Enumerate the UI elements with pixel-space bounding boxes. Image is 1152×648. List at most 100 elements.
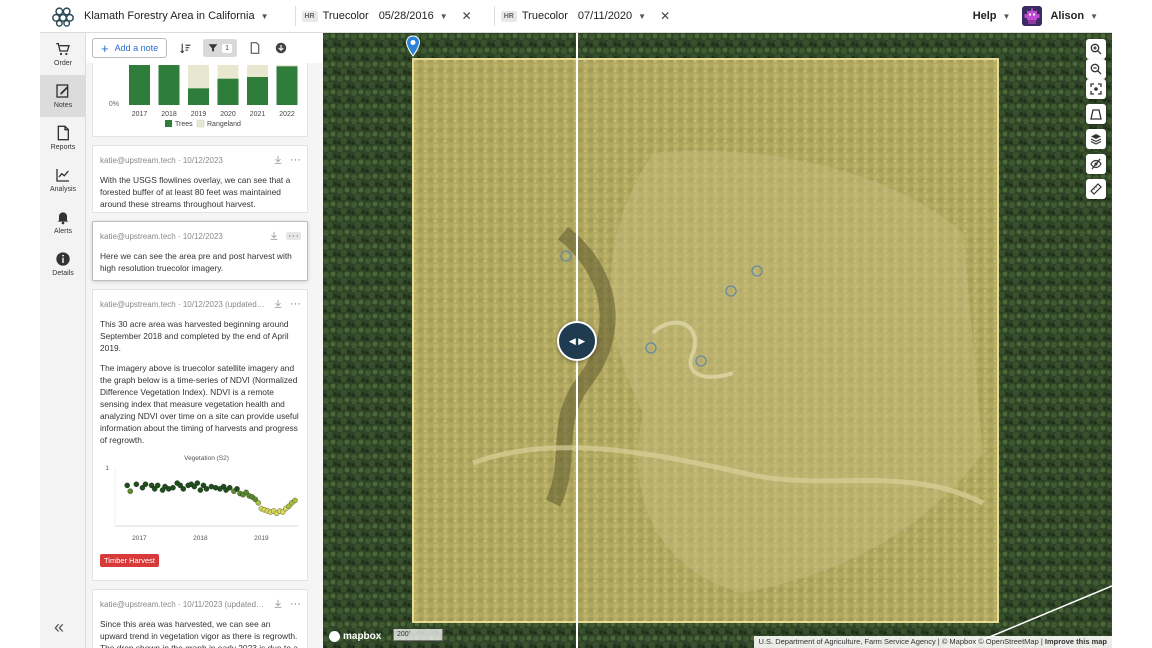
nav-label: Order xyxy=(54,60,72,67)
note-author: katie@upstream.tech xyxy=(100,231,176,241)
close-layer-right-button[interactable]: ✕ xyxy=(660,9,670,23)
nav-item-order[interactable]: Order xyxy=(40,33,86,75)
add-note-button[interactable]: + Add a note xyxy=(92,38,168,58)
note-card-chart: 0% 2017 2018 2019 2020 2021 2022 Trees Rangeland xyxy=(92,63,308,137)
nav-label: Analysis xyxy=(49,186,77,193)
pin-icon[interactable] xyxy=(268,230,280,242)
filter-count: 1 xyxy=(222,43,233,53)
pin-icon[interactable] xyxy=(272,298,284,310)
chevron-down-icon: ▼ xyxy=(638,11,647,21)
data-point xyxy=(127,488,134,494)
x-tick-label: 2019 xyxy=(254,535,269,542)
filter-button[interactable]: 1 xyxy=(203,39,238,57)
draw-polygon-icon xyxy=(1090,109,1102,120)
map-pin-icon[interactable] xyxy=(405,35,421,57)
bar-rangeland xyxy=(276,65,298,67)
layer-select-right[interactable]: HR Truecolor 07/11/2020 ▼ xyxy=(500,10,647,22)
top-bar: Klamath Forestry Area in California ▼ HR… xyxy=(40,0,1112,33)
y-tick-label: 1 xyxy=(105,465,109,472)
data-point xyxy=(292,497,298,504)
project-name: Klamath Forestry Area in California xyxy=(84,10,255,22)
swipe-handle-button[interactable]: ◀ ▶ xyxy=(557,321,597,361)
fit-bounds-icon xyxy=(1090,83,1102,95)
notes-icon xyxy=(56,84,69,98)
bar-trees xyxy=(276,66,298,105)
map-view[interactable]: ◀ ▶ mapbox 200' U.S. Department of Agric… xyxy=(323,33,1112,648)
note-card[interactable]: katie@upstream.tech · 10/12/2023 (update… xyxy=(92,289,308,581)
chart-title: Vegetation (S2) xyxy=(184,455,229,462)
more-options-icon[interactable]: ··· xyxy=(290,299,301,310)
zoom-out-button[interactable] xyxy=(1086,59,1106,79)
hide-overlay-button[interactable] xyxy=(1086,154,1106,174)
app-logo-icon[interactable] xyxy=(52,5,74,27)
data-point xyxy=(194,480,201,486)
app-window: Klamath Forestry Area in California ▼ HR… xyxy=(0,0,1152,648)
note-meta: katie@upstream.tech · 10/12/2023 xyxy=(100,231,223,241)
left-nav: Order Notes Reports Analysis Alerts Deta… xyxy=(40,33,86,648)
help-menu[interactable]: Help ▼ xyxy=(973,10,1011,22)
mapbox-logo[interactable]: mapbox xyxy=(329,631,381,642)
document-icon[interactable] xyxy=(247,40,263,56)
note-date: 10/12/2023 xyxy=(182,155,223,165)
map-attribution: U.S. Department of Agriculture, Farm Ser… xyxy=(753,636,1112,648)
more-options-icon[interactable]: ··· xyxy=(290,599,301,610)
nav-label: Reports xyxy=(50,144,76,151)
note-text: Here we can see the area pre and post ha… xyxy=(100,251,292,273)
divider xyxy=(294,6,296,26)
double-chevron-left-icon[interactable]: « xyxy=(54,617,64,638)
sort-icon[interactable] xyxy=(177,40,193,56)
bar-rangeland xyxy=(247,65,268,77)
measure-button[interactable] xyxy=(1086,179,1106,199)
nav-label: Details xyxy=(52,270,74,277)
user-menu[interactable]: Alison ▼ xyxy=(1050,10,1098,22)
fit-bounds-button[interactable] xyxy=(1086,79,1106,99)
bar-rangeland xyxy=(217,65,239,79)
x-tick-label: 2022 xyxy=(279,111,295,118)
notes-panel: + Add a note 1 0% 2017 2018 2019 2020 2021 202… xyxy=(86,33,323,648)
divider xyxy=(493,6,495,26)
note-card[interactable]: katie@upstream.tech · 10/12/2023 ··· Her… xyxy=(92,221,308,281)
project-select[interactable]: Klamath Forestry Area in California ▼ xyxy=(84,10,269,22)
bar-trees xyxy=(188,88,209,105)
note-card[interactable]: katie@upstream.tech · 10/11/2023 (update… xyxy=(92,589,308,648)
tag-row: Timber Harvest xyxy=(93,544,307,568)
legend-label: Rangeland xyxy=(207,121,241,128)
improve-map-link[interactable]: Improve this map xyxy=(1045,637,1107,646)
note-meta: katie@upstream.tech · 10/11/2023 (update… xyxy=(100,600,266,609)
layer-select-left[interactable]: HR Truecolor 05/28/2016 ▼ xyxy=(301,10,448,22)
legend-swatch-trees xyxy=(165,120,172,127)
pin-icon[interactable] xyxy=(272,598,284,610)
layer-name: Truecolor xyxy=(322,10,369,22)
note-text: This 30 acre area was harvested beginnin… xyxy=(100,319,289,353)
tag-badge[interactable]: Timber Harvest xyxy=(100,554,159,567)
layer-name: Truecolor xyxy=(521,10,568,22)
hr-badge: HR xyxy=(500,10,517,22)
draw-polygon-button[interactable] xyxy=(1086,104,1106,124)
data-point xyxy=(255,500,262,506)
chart-line-icon xyxy=(56,169,69,182)
nav-item-analysis[interactable]: Analysis xyxy=(40,159,86,201)
note-card[interactable]: katie@upstream.tech · 10/12/2023 ··· Wit… xyxy=(92,145,308,213)
chevron-down-icon: ▼ xyxy=(1090,11,1098,21)
more-options-icon[interactable]: ··· xyxy=(286,231,301,242)
note-header: katie@upstream.tech · 10/12/2023 (update… xyxy=(93,290,307,310)
data-point xyxy=(234,486,240,492)
mapbox-label: mapbox xyxy=(343,631,382,642)
data-point xyxy=(203,486,210,492)
nav-item-alerts[interactable]: Alerts xyxy=(40,201,86,243)
nav-item-details[interactable]: Details xyxy=(40,243,86,285)
layers-button[interactable] xyxy=(1086,129,1106,149)
layers-icon xyxy=(1090,134,1102,145)
nav-item-reports[interactable]: Reports xyxy=(40,117,86,159)
x-tick-label: 2017 xyxy=(132,535,147,542)
download-icon[interactable] xyxy=(273,40,289,56)
x-tick-label: 2019 xyxy=(191,111,207,118)
filter-icon xyxy=(208,44,218,52)
avatar[interactable] xyxy=(1022,6,1043,26)
more-options-icon[interactable]: ··· xyxy=(290,155,301,166)
zoom-in-button[interactable] xyxy=(1086,39,1106,59)
bar-trees xyxy=(217,78,239,105)
pin-icon[interactable] xyxy=(272,154,284,166)
nav-item-notes[interactable]: Notes xyxy=(40,75,86,117)
close-layer-left-button[interactable]: ✕ xyxy=(462,9,472,23)
